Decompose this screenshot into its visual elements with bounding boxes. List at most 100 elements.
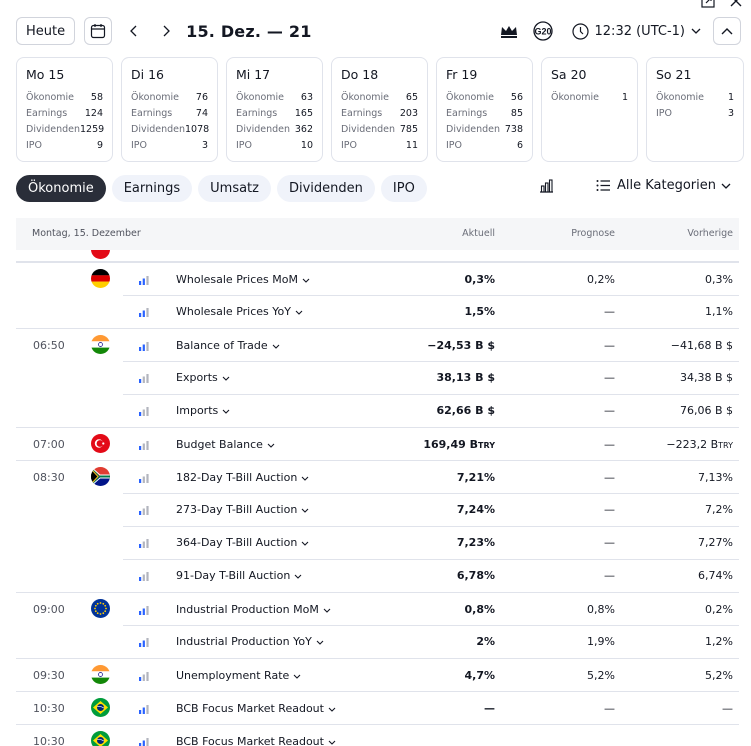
collapse-button[interactable]: [713, 17, 741, 45]
flag-br-icon: [91, 698, 110, 717]
event-name[interactable]: BCB Focus Market Readout: [176, 735, 336, 746]
event-time: 10:30: [33, 702, 65, 715]
event-name[interactable]: 182-Day T-Bill Auction: [176, 471, 309, 484]
event-name[interactable]: Wholesale Prices MoM: [176, 273, 310, 286]
event-name[interactable]: Wholesale Prices YoY: [176, 305, 303, 318]
column-previous[interactable]: Vorherige: [687, 228, 733, 239]
importance-icon: [139, 637, 149, 647]
actual-unit: TRY: [478, 441, 495, 450]
table-row[interactable]: 91-Day T-Bill Auction 6,78% — 6,74%: [16, 559, 739, 592]
flag-in-icon: [91, 335, 110, 354]
event-name[interactable]: 91-Day T-Bill Auction: [176, 569, 302, 582]
table-row[interactable]: Imports 62,66 B $ — 76,06 B $: [16, 394, 739, 427]
timezone-selector[interactable]: 12:32 (UTC-1): [571, 22, 701, 40]
table-row[interactable]: Industrial Production YoY 2% 1,9% 1,2%: [16, 625, 739, 658]
day-card[interactable]: Mi 17 Ökonomie 63 Earnings 165 Dividenden 362 I…: [226, 57, 323, 162]
day-count-label: Dividenden: [341, 124, 396, 135]
column-actual[interactable]: Aktuell: [462, 228, 495, 239]
events-table: Wholesale Prices MoM 0,3% 0,2% 0,3% Wholesal…: [16, 250, 739, 746]
table-row[interactable]: 364-Day T-Bill Auction 7,23% — 7,27%: [16, 526, 739, 559]
day-count-label: Ökonomie: [341, 92, 390, 103]
calendar-header: Heute 15. Dez. — 21 G20 12:32 (UTC-1): [16, 16, 741, 46]
column-forecast[interactable]: Prognose: [571, 228, 615, 239]
chevron-down-icon: [302, 273, 310, 286]
forecast-value: —: [604, 404, 615, 417]
day-card[interactable]: Sa 20 Ökonomie 1: [541, 57, 638, 162]
table-row[interactable]: 06:50 Balance of Trade −24,53 B $ — −41,68 B…: [16, 328, 739, 361]
next-week-button[interactable]: [152, 17, 180, 45]
day-count-label: IPO: [446, 140, 463, 151]
day-count-label: Dividenden: [26, 124, 81, 135]
actual-value: 169,49 BTRY: [423, 438, 495, 451]
tab-ökonomie[interactable]: Ökonomie: [16, 175, 106, 202]
importance-icon: [139, 505, 149, 515]
day-name: So 21: [656, 67, 692, 82]
day-count-row: Ökonomie 1: [656, 90, 734, 106]
actual-text: 6,78%: [456, 569, 495, 582]
table-row[interactable]: 10:30 BCB Focus Market Readout: [16, 724, 739, 746]
forecast-value: —: [604, 471, 615, 484]
event-name[interactable]: Unemployment Rate: [176, 669, 301, 682]
close-icon[interactable]: [729, 0, 743, 8]
event-name[interactable]: Industrial Production YoY: [176, 635, 324, 648]
table-row[interactable]: Wholesale Prices MoM 0,3% 0,2% 0,3%: [16, 262, 739, 295]
day-card[interactable]: Fr 19 Ökonomie 56 Earnings 85 Dividenden 738 IP…: [436, 57, 533, 162]
previous-value: 7,27%: [698, 536, 733, 549]
day-card[interactable]: So 21 Ökonomie 1 IPO 3: [646, 57, 744, 162]
day-count-label: Earnings: [446, 108, 488, 119]
event-name[interactable]: Exports: [176, 371, 230, 384]
table-row[interactable]: 10:30 BCB Focus Market Readout — — —: [16, 691, 739, 724]
tab-umsatz[interactable]: Umsatz: [198, 175, 271, 202]
event-name[interactable]: Imports: [176, 404, 230, 417]
list-filter-icon: [596, 180, 610, 191]
chevron-down-icon: [294, 569, 302, 582]
prev-week-button[interactable]: [120, 17, 148, 45]
day-card[interactable]: Di 16 Ökonomie 76 Earnings 74 Dividenden 1078 I…: [121, 57, 218, 162]
event-label: Balance of Trade: [176, 339, 268, 352]
event-name[interactable]: 364-Day T-Bill Auction: [176, 536, 309, 549]
date-range-title: 15. Dez. — 21: [186, 21, 312, 41]
chart-toggle-button[interactable]: [539, 178, 554, 193]
crown-button[interactable]: [498, 20, 520, 42]
tab-dividenden[interactable]: Dividenden: [276, 175, 375, 202]
previous-text: −41,68 B $: [670, 339, 733, 352]
forecast-value: 0,2%: [587, 273, 615, 286]
table-row[interactable]: 09:00 Industrial Production MoM 0,8% 0,8% 0,…: [16, 592, 739, 625]
day-name: Sa 20: [551, 67, 587, 82]
chevron-down-icon: [323, 603, 331, 616]
day-count-label: Earnings: [26, 108, 68, 119]
day-count-value: 76: [195, 92, 208, 103]
day-count-row: Dividenden 738: [446, 122, 523, 138]
today-button[interactable]: Heute: [16, 17, 76, 45]
table-row[interactable]: 09:30 Unemployment Rate 4,7% 5,2% 5,2%: [16, 658, 739, 691]
chevron-down-icon: [301, 471, 309, 484]
table-row[interactable]: 07:00 Budget Balance 169,49 BTRY — −223,2 BT…: [16, 427, 739, 460]
tab-earnings[interactable]: Earnings: [111, 175, 193, 202]
event-name[interactable]: Budget Balance: [176, 438, 275, 451]
event-label: Wholesale Prices MoM: [176, 273, 298, 286]
event-label: Budget Balance: [176, 438, 263, 451]
table-row[interactable]: 08:30 182-Day T-Bill Auction 7,21% — 7,13%: [16, 460, 739, 493]
calendar-picker-button[interactable]: [84, 17, 113, 45]
event-name[interactable]: Balance of Trade: [176, 339, 280, 352]
day-card[interactable]: Do 18 Ökonomie 65 Earnings 203 Dividenden 785 I…: [331, 57, 428, 162]
table-row[interactable]: Exports 38,13 B $ — 34,38 B $: [16, 361, 739, 394]
event-name[interactable]: BCB Focus Market Readout: [176, 702, 336, 715]
event-label: Exports: [176, 371, 218, 384]
day-card[interactable]: Mo 15 Ökonomie 58 Earnings 124 Dividenden 1259…: [16, 57, 113, 162]
g20-button[interactable]: G20: [532, 20, 554, 42]
previous-value: 1,1%: [705, 305, 733, 318]
importance-icon: [139, 406, 149, 416]
popout-icon[interactable]: [701, 0, 715, 8]
day-count-value: 1: [621, 92, 628, 103]
event-name[interactable]: 273-Day T-Bill Auction: [176, 503, 309, 516]
category-tabs: Ökonomie Earnings Umsatz Dividenden IPO: [16, 175, 427, 202]
category-filter-dropdown[interactable]: Alle Kategorien: [596, 178, 731, 193]
actual-text: 7,21%: [456, 471, 495, 484]
chevron-up-icon: [721, 28, 733, 35]
table-row[interactable]: 273-Day T-Bill Auction 7,24% — 7,2%: [16, 493, 739, 526]
event-name[interactable]: Industrial Production MoM: [176, 603, 331, 616]
day-name: Do 18: [341, 67, 379, 82]
tab-ipo[interactable]: IPO: [380, 175, 427, 202]
table-row[interactable]: Wholesale Prices YoY 1,5% — 1,1%: [16, 295, 739, 328]
